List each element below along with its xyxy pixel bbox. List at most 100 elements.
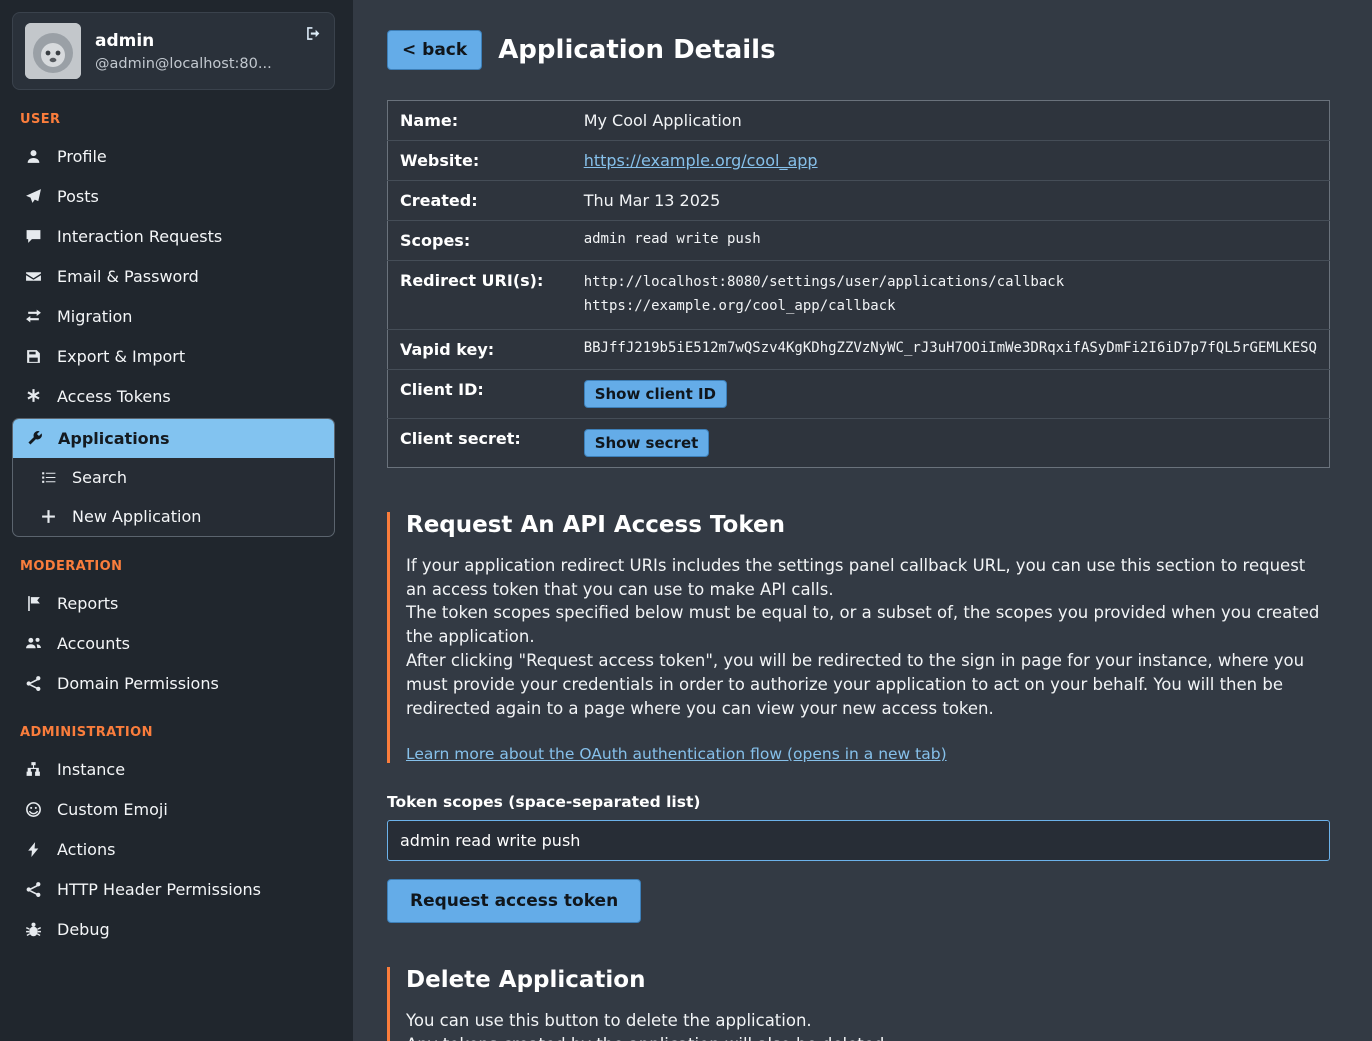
detail-value: admin read write push	[572, 221, 1330, 261]
sidebar-item-new-application[interactable]: New Application	[13, 497, 334, 536]
detail-value: Thu Mar 13 2025	[572, 181, 1330, 221]
sidebar-item-applications[interactable]: Applications	[13, 419, 334, 458]
sidebar-item-debug[interactable]: Debug	[12, 910, 335, 949]
sidebar-item-label: Reports	[57, 594, 118, 613]
table-row-scopes: Scopes: admin read write push	[388, 221, 1330, 261]
delete-application-paragraph: You can use this button to delete the ap…	[406, 1009, 1330, 1033]
request-token-paragraph: If your application redirect URIs includ…	[406, 554, 1330, 602]
sidebar-item-label: Export & Import	[57, 347, 185, 366]
user-handle: @admin@localhost:80...	[95, 56, 322, 72]
floppy-disk-icon	[24, 348, 42, 365]
sidebar-item-instance[interactable]: Instance	[12, 750, 335, 789]
bug-icon	[24, 921, 42, 938]
users-icon	[24, 635, 42, 652]
sidebar-nav: USER Profile Posts Interaction Requests …	[12, 112, 335, 949]
request-token-text-block: Request An API Access Token If your appl…	[387, 512, 1330, 763]
detail-label: Name:	[388, 101, 572, 141]
plus-icon	[39, 508, 57, 525]
detail-label: Website:	[388, 141, 572, 181]
sidebar-item-accounts[interactable]: Accounts	[12, 624, 335, 663]
detail-label: Scopes:	[388, 221, 572, 261]
token-scopes-input[interactable]	[387, 820, 1330, 861]
sidebar-item-label: Search	[72, 468, 127, 487]
avatar	[25, 23, 81, 79]
paper-plane-icon	[24, 188, 42, 205]
sidebar-item-custom-emoji[interactable]: Custom Emoji	[12, 790, 335, 829]
token-scopes-label: Token scopes (space-separated list)	[387, 793, 1330, 811]
sidebar-item-interaction-requests[interactable]: Interaction Requests	[12, 217, 335, 256]
sidebar-item-label: Email & Password	[57, 267, 199, 286]
sidebar-item-reports[interactable]: Reports	[12, 584, 335, 623]
oauth-docs-link[interactable]: Learn more about the OAuth authenticatio…	[406, 745, 947, 763]
table-row-created: Created: Thu Mar 13 2025	[388, 181, 1330, 221]
list-icon	[39, 469, 57, 486]
sidebar-item-profile[interactable]: Profile	[12, 137, 335, 176]
sidebar-item-http-header-permissions[interactable]: HTTP Header Permissions	[12, 870, 335, 909]
detail-value: https://example.org/cool_app	[572, 141, 1330, 181]
detail-value: BBJffJ219b5iE512m7wQSzv4KgKDhgZZVzNyWC_r…	[572, 329, 1330, 369]
delete-application-paragraph: Any tokens created by the application wi…	[406, 1033, 1330, 1041]
sidebar-item-label: Instance	[57, 760, 125, 779]
sidebar-item-access-tokens[interactable]: Access Tokens	[12, 377, 335, 416]
envelope-icon	[24, 268, 42, 285]
share-nodes-icon	[24, 675, 42, 692]
detail-label: Redirect URI(s):	[388, 261, 572, 330]
detail-label: Client ID:	[388, 369, 572, 418]
detail-value: Show secret	[572, 418, 1330, 467]
delete-application-text-block: Delete Application You can use this butt…	[387, 967, 1330, 1041]
show-secret-button[interactable]: Show secret	[584, 429, 710, 457]
delete-application-title: Delete Application	[406, 967, 1330, 993]
sidebar-item-label: Access Tokens	[57, 387, 171, 406]
bolt-icon	[24, 841, 42, 858]
detail-label: Created:	[388, 181, 572, 221]
asterisk-icon	[24, 388, 42, 405]
sidebar-item-search[interactable]: Search	[13, 458, 334, 497]
sidebar-item-domain-permissions[interactable]: Domain Permissions	[12, 664, 335, 703]
sidebar-item-label: Migration	[57, 307, 132, 326]
title-row: < back Application Details	[387, 30, 1330, 70]
page-title: Application Details	[498, 35, 775, 65]
request-access-token-button[interactable]: Request access token	[387, 879, 641, 923]
table-row-redirect-uris: Redirect URI(s): http://localhost:8080/s…	[388, 261, 1330, 330]
sidebar: admin @admin@localhost:80... USER Profil…	[0, 0, 345, 1041]
sidebar-item-label: Profile	[57, 147, 107, 166]
delete-application-section: Delete Application You can use this butt…	[387, 967, 1330, 1041]
table-row-website: Website: https://example.org/cool_app	[388, 141, 1330, 181]
sitemap-icon	[24, 761, 42, 778]
detail-value: Show client ID	[572, 369, 1330, 418]
table-row-client-secret: Client secret: Show secret	[388, 418, 1330, 467]
sidebar-item-label: Debug	[57, 920, 110, 939]
request-token-paragraph: After clicking "Request access token", y…	[406, 649, 1330, 721]
user-info: admin @admin@localhost:80...	[95, 31, 322, 72]
user-icon	[24, 148, 42, 165]
detail-value: My Cool Application	[572, 101, 1330, 141]
sidebar-item-label: Accounts	[57, 634, 130, 653]
user-card[interactable]: admin @admin@localhost:80...	[12, 12, 335, 90]
flag-icon	[24, 595, 42, 612]
username: admin	[95, 31, 322, 51]
sidebar-item-actions[interactable]: Actions	[12, 830, 335, 869]
logout-icon[interactable]	[305, 25, 322, 46]
sidebar-item-label: HTTP Header Permissions	[57, 880, 261, 899]
website-link[interactable]: https://example.org/cool_app	[584, 151, 818, 170]
share-nodes-icon	[24, 881, 42, 898]
sidebar-item-label: New Application	[72, 507, 201, 526]
sidebar-item-posts[interactable]: Posts	[12, 177, 335, 216]
sidebar-item-export-import[interactable]: Export & Import	[12, 337, 335, 376]
request-token-paragraph: The token scopes specified below must be…	[406, 601, 1330, 649]
wrench-icon	[25, 430, 43, 447]
request-token-section: Request An API Access Token If your appl…	[387, 512, 1330, 923]
sidebar-item-label: Applications	[58, 429, 170, 448]
application-details-table: Name: My Cool Application Website: https…	[387, 100, 1330, 468]
table-row-vapid-key: Vapid key: BBJffJ219b5iE512m7wQSzv4KgKDh…	[388, 329, 1330, 369]
section-label-moderation: MODERATION	[20, 559, 327, 574]
detail-value: http://localhost:8080/settings/user/appl…	[572, 261, 1330, 330]
section-label-administration: ADMINISTRATION	[20, 725, 327, 740]
detail-label: Client secret:	[388, 418, 572, 467]
back-button[interactable]: < back	[387, 30, 482, 70]
sidebar-item-migration[interactable]: Migration	[12, 297, 335, 336]
detail-label: Vapid key:	[388, 329, 572, 369]
show-client-id-button[interactable]: Show client ID	[584, 380, 727, 408]
smiley-icon	[24, 801, 42, 818]
sidebar-item-email-password[interactable]: Email & Password	[12, 257, 335, 296]
